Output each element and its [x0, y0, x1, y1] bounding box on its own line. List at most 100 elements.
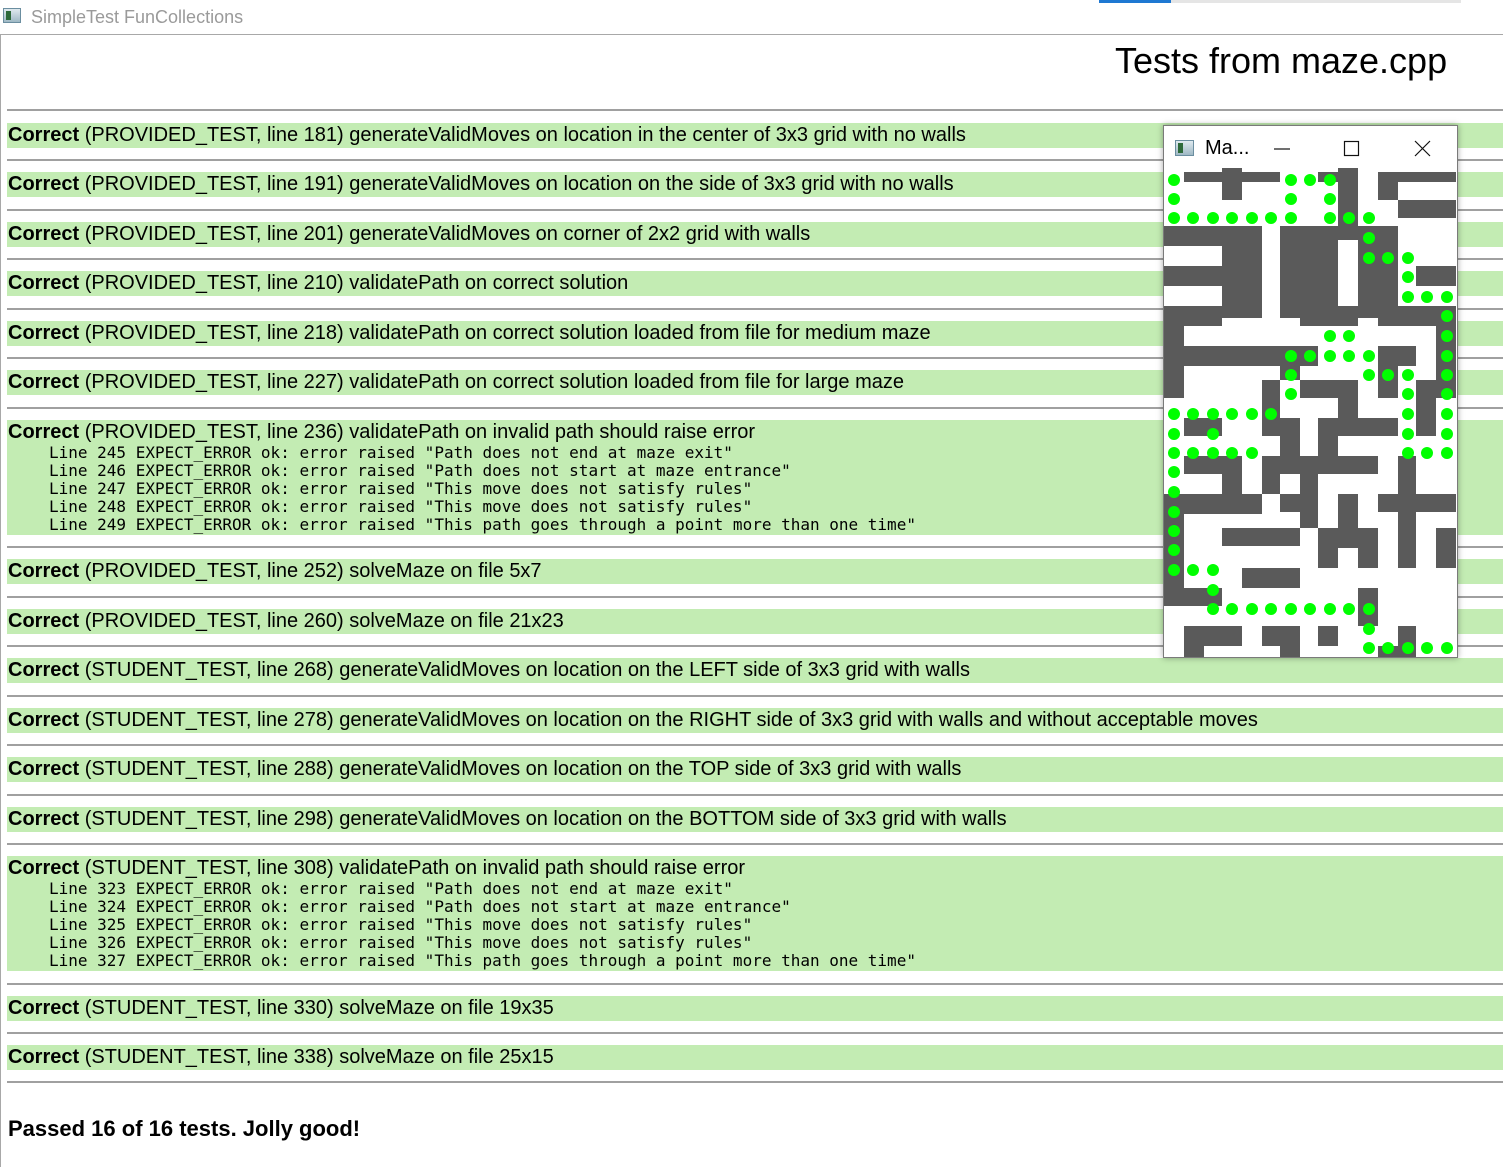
maze-wall — [1416, 494, 1456, 512]
maze-wall — [1222, 168, 1242, 200]
maze-path-dot — [1363, 603, 1375, 615]
test-result-row: Correct (STUDENT_TEST, line 278) generat… — [7, 708, 1503, 733]
test-description: (PROVIDED_TEST, line 260) solveMaze on f… — [84, 610, 564, 632]
row-separator — [7, 695, 1503, 697]
maze-path-dot — [1168, 408, 1180, 420]
maze-path-dot — [1285, 174, 1297, 186]
maze-wall — [1300, 380, 1338, 398]
maze-path-dot — [1441, 291, 1453, 303]
test-result-row: Correct (STUDENT_TEST, line 268) generat… — [7, 658, 1503, 683]
maze-path-dot — [1285, 193, 1297, 205]
maze-path-dot — [1402, 271, 1414, 283]
maze-path-dot — [1207, 408, 1219, 420]
maze-wall — [1338, 168, 1358, 240]
maze-wall — [1184, 646, 1204, 657]
test-detail-line: Line 325 EXPECT_ERROR ok: error raised "… — [49, 915, 753, 934]
test-result-heading: Correct (STUDENT_TEST, line 288) generat… — [7, 757, 1503, 781]
test-description: (PROVIDED_TEST, line 227) validatePath o… — [84, 371, 904, 393]
maze-wall — [1184, 306, 1222, 326]
maze-path-dot — [1324, 350, 1336, 362]
maze-path-dot — [1363, 252, 1375, 264]
maze-path-dot — [1441, 369, 1453, 381]
maze-path-dot — [1246, 212, 1258, 224]
maze-path-dot — [1324, 193, 1336, 205]
maze-path-dot — [1226, 212, 1238, 224]
maze-path-dot — [1304, 174, 1316, 186]
maze-path-dot — [1324, 174, 1336, 186]
test-description: (PROVIDED_TEST, line 201) generateValidM… — [84, 223, 811, 245]
test-description: (STUDENT_TEST, line 308) validatePath on… — [84, 857, 746, 879]
maze-path-dot — [1246, 447, 1258, 459]
maze-wall — [1358, 418, 1398, 436]
maze-path-dot — [1324, 330, 1336, 342]
maze-wall — [1184, 346, 1280, 366]
window-titlebar[interactable]: SimpleTest FunCollections — [0, 0, 1503, 34]
maze-path-dot — [1207, 584, 1219, 596]
maze-path-dot — [1363, 623, 1375, 635]
maze-wall — [1242, 172, 1280, 182]
maze-wall — [1300, 456, 1318, 528]
maze-path-dot — [1187, 408, 1199, 420]
maze-path-dot — [1441, 310, 1453, 322]
row-separator — [7, 794, 1503, 796]
row-separator — [7, 744, 1503, 746]
maze-wall — [1436, 528, 1456, 568]
maze-path-dot — [1207, 564, 1219, 576]
maze-path-dot — [1168, 486, 1180, 498]
maze-path-dot — [1168, 544, 1180, 556]
maze-path-dot — [1402, 369, 1414, 381]
maze-path-dot — [1187, 212, 1199, 224]
test-description: (STUDENT_TEST, line 268) generateValidMo… — [84, 659, 970, 681]
maze-path-dot — [1168, 212, 1180, 224]
maze-wall — [1398, 200, 1456, 218]
test-result-row: Correct (STUDENT_TEST, line 338) solveMa… — [7, 1045, 1503, 1070]
maze-wall — [1300, 226, 1318, 318]
maze-wall — [1416, 266, 1456, 286]
row-separator — [7, 843, 1503, 845]
maze-path-dot — [1343, 330, 1355, 342]
maze-wall — [1184, 494, 1262, 514]
maze-wall — [1318, 226, 1338, 318]
maze-path-dot — [1421, 447, 1433, 459]
test-description: (PROVIDED_TEST, line 191) generateValidM… — [84, 173, 954, 195]
maze-path-dot — [1363, 350, 1375, 362]
maze-wall — [1242, 568, 1300, 588]
maze-path-dot — [1168, 525, 1180, 537]
maze-wall — [1184, 456, 1222, 474]
maze-path-dot — [1402, 642, 1414, 654]
maze-wall — [1262, 456, 1280, 494]
maze-path-dot — [1285, 388, 1297, 400]
maze-wall — [1318, 418, 1338, 474]
maze-path-dot — [1265, 408, 1277, 420]
test-result-row: Correct (STUDENT_TEST, line 288) generat… — [7, 757, 1503, 782]
test-detail-line: Line 323 EXPECT_ERROR ok: error raised "… — [49, 879, 733, 898]
test-description: (PROVIDED_TEST, line 218) validatePath o… — [84, 322, 931, 344]
maze-path-dot — [1285, 350, 1297, 362]
maze-wall — [1300, 306, 1358, 326]
test-summary: Passed 16 of 16 tests. Jolly good! — [8, 1116, 361, 1141]
maze-path-dot — [1226, 603, 1238, 615]
maze-grid — [1164, 168, 1456, 657]
maze-path-dot — [1402, 291, 1414, 303]
maze-path-dot — [1187, 447, 1199, 459]
test-result-row: Correct (STUDENT_TEST, line 298) generat… — [7, 807, 1503, 832]
page-title: Tests from maze.cpp — [1115, 40, 1448, 81]
maze-path-dot — [1363, 642, 1375, 654]
maze-window[interactable]: Ma... — [1163, 125, 1458, 658]
active-tab-indicator[interactable] — [1099, 0, 1171, 3]
maze-wall — [1164, 226, 1222, 246]
maze-path-dot — [1207, 603, 1219, 615]
maze-wall — [1338, 380, 1358, 436]
test-status: Correct — [8, 1046, 80, 1068]
maze-wall — [1358, 528, 1378, 568]
test-status: Correct — [8, 709, 80, 731]
maze-path-dot — [1168, 564, 1180, 576]
test-status: Correct — [8, 421, 80, 443]
maze-path-dot — [1441, 388, 1453, 400]
maze-path-dot — [1441, 408, 1453, 420]
maze-wall — [1164, 306, 1184, 398]
test-status: Correct — [8, 659, 80, 681]
row-separator — [7, 1081, 1503, 1083]
maze-wall — [1280, 418, 1300, 474]
maze-path-dot — [1402, 388, 1414, 400]
